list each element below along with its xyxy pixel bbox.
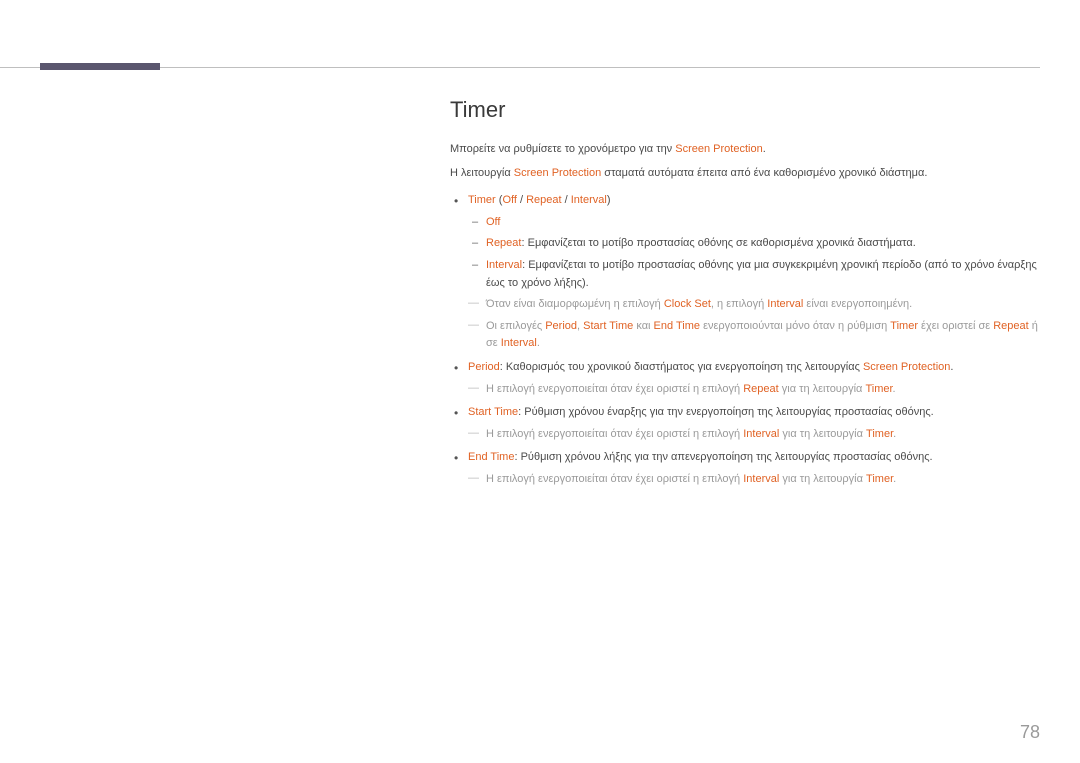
- keyword-timer: Timer: [865, 383, 892, 395]
- text: για τη λειτουργία: [779, 428, 866, 440]
- note-period-start-end: Οι επιλογές Period, Start Time και End T…: [468, 318, 1040, 353]
- keyword-repeat: Repeat: [743, 383, 778, 395]
- keyword-clock-set: Clock Set: [664, 298, 711, 310]
- bullet-list: Timer (Off / Repeat / Interval) Off Repe…: [450, 192, 1040, 488]
- keyword-screen-protection: Screen Protection: [863, 361, 950, 373]
- note-start-enabled: Η επιλογή ενεργοποιείται όταν έχει οριστ…: [468, 426, 1040, 444]
- text: Όταν είναι διαμορφωμένη η επιλογή: [486, 298, 664, 310]
- bullet-period: Period: Καθορισμός του χρονικού διαστήμα…: [450, 359, 1040, 398]
- text: και: [633, 320, 653, 332]
- text: .: [763, 143, 766, 155]
- sub-list: Off Repeat: Εμφανίζεται το μοτίβο προστα…: [468, 214, 1040, 292]
- note-period-enabled: Η επιλογή ενεργοποιείται όταν έχει οριστ…: [468, 381, 1040, 399]
- page: Timer Μπορείτε να ρυθμίσετε το χρονόμετρ…: [0, 0, 1080, 763]
- text: .: [950, 361, 953, 373]
- text: Εμφανίζεται το μοτίβο προστασίας οθόνης …: [486, 259, 1037, 289]
- text: Η επιλογή ενεργοποιείται όταν έχει οριστ…: [486, 428, 743, 440]
- note-clock-set: Όταν είναι διαμορφωμένη η επιλογή Clock …: [468, 296, 1040, 314]
- text: ): [607, 194, 611, 206]
- text: είναι ενεργοποιημένη.: [803, 298, 912, 310]
- keyword-start-time: Start Time: [468, 406, 518, 418]
- keyword-screen-protection: Screen Protection: [675, 143, 762, 155]
- text: Ρύθμιση χρόνου έναρξης για την ενεργοποί…: [524, 406, 933, 418]
- note-end-enabled: Η επιλογή ενεργοποιείται όταν έχει οριστ…: [468, 471, 1040, 489]
- keyword-interval: Interval: [767, 298, 803, 310]
- text: .: [893, 383, 896, 395]
- section-title: Timer: [450, 97, 1040, 123]
- keyword-interval: Interval: [501, 337, 537, 349]
- bullet-end-time: End Time: Ρύθμιση χρόνου λήξης για την α…: [450, 449, 1040, 488]
- keyword-end-time: End Time: [468, 451, 514, 463]
- keyword-off: Off: [486, 216, 500, 228]
- sub-repeat: Repeat: Εμφανίζεται το μοτίβο προστασίας…: [468, 235, 1040, 253]
- sub-off: Off: [468, 214, 1040, 232]
- text: , η επιλογή: [711, 298, 767, 310]
- text: για τη λειτουργία: [779, 383, 866, 395]
- text: Η επιλογή ενεργοποιείται όταν έχει οριστ…: [486, 383, 743, 395]
- text: /: [562, 194, 571, 206]
- bullet-start-time: Start Time: Ρύθμιση χρόνου έναρξης για τ…: [450, 404, 1040, 443]
- text: σταματά αυτόματα έπειτα από ένα καθορισμ…: [601, 167, 927, 179]
- content-area: Timer Μπορείτε να ρυθμίσετε το χρονόμετρ…: [450, 97, 1040, 495]
- keyword-interval: Interval: [743, 473, 779, 485]
- text: Καθορισμός του χρονικού διαστήματος για …: [506, 361, 863, 373]
- header-tab-marker: [40, 63, 160, 70]
- keyword-end-time: End Time: [654, 320, 700, 332]
- keyword-interval: Interval: [486, 259, 522, 271]
- text: Ρύθμιση χρόνου λήξης για την απενεργοποί…: [521, 451, 933, 463]
- keyword-repeat: Repeat: [526, 194, 561, 206]
- keyword-timer: Timer: [468, 194, 496, 206]
- text: Μπορείτε να ρυθμίσετε το χρονόμετρο για …: [450, 143, 675, 155]
- intro-line-1: Μπορείτε να ρυθμίσετε το χρονόμετρο για …: [450, 141, 1040, 159]
- keyword-interval: Interval: [571, 194, 607, 206]
- text: .: [537, 337, 540, 349]
- text: Η λειτουργία: [450, 167, 514, 179]
- keyword-repeat: Repeat: [993, 320, 1028, 332]
- text: Εμφανίζεται το μοτίβο προστασίας οθόνης …: [528, 237, 916, 249]
- keyword-screen-protection: Screen Protection: [514, 167, 601, 179]
- text: για τη λειτουργία: [779, 473, 866, 485]
- text: ενεργοποιούνται μόνο όταν η ρύθμιση: [700, 320, 890, 332]
- text: Οι επιλογές: [486, 320, 545, 332]
- keyword-timer: Timer: [866, 473, 893, 485]
- text: έχει οριστεί σε: [918, 320, 993, 332]
- keyword-off: Off: [502, 194, 516, 206]
- text: Η επιλογή ενεργοποιείται όταν έχει οριστ…: [486, 473, 743, 485]
- keyword-period: Period: [468, 361, 500, 373]
- keyword-start-time: Start Time: [583, 320, 633, 332]
- bullet-timer: Timer (Off / Repeat / Interval) Off Repe…: [450, 192, 1040, 353]
- text: .: [893, 473, 896, 485]
- keyword-interval: Interval: [743, 428, 779, 440]
- page-number: 78: [1020, 722, 1040, 743]
- keyword-repeat: Repeat: [486, 237, 521, 249]
- keyword-timer: Timer: [866, 428, 893, 440]
- text: /: [517, 194, 526, 206]
- keyword-timer: Timer: [890, 320, 918, 332]
- sub-interval: Interval: Εμφανίζεται το μοτίβο προστασί…: [468, 257, 1040, 292]
- text: .: [893, 428, 896, 440]
- keyword-period: Period: [545, 320, 577, 332]
- intro-line-2: Η λειτουργία Screen Protection σταματά α…: [450, 165, 1040, 183]
